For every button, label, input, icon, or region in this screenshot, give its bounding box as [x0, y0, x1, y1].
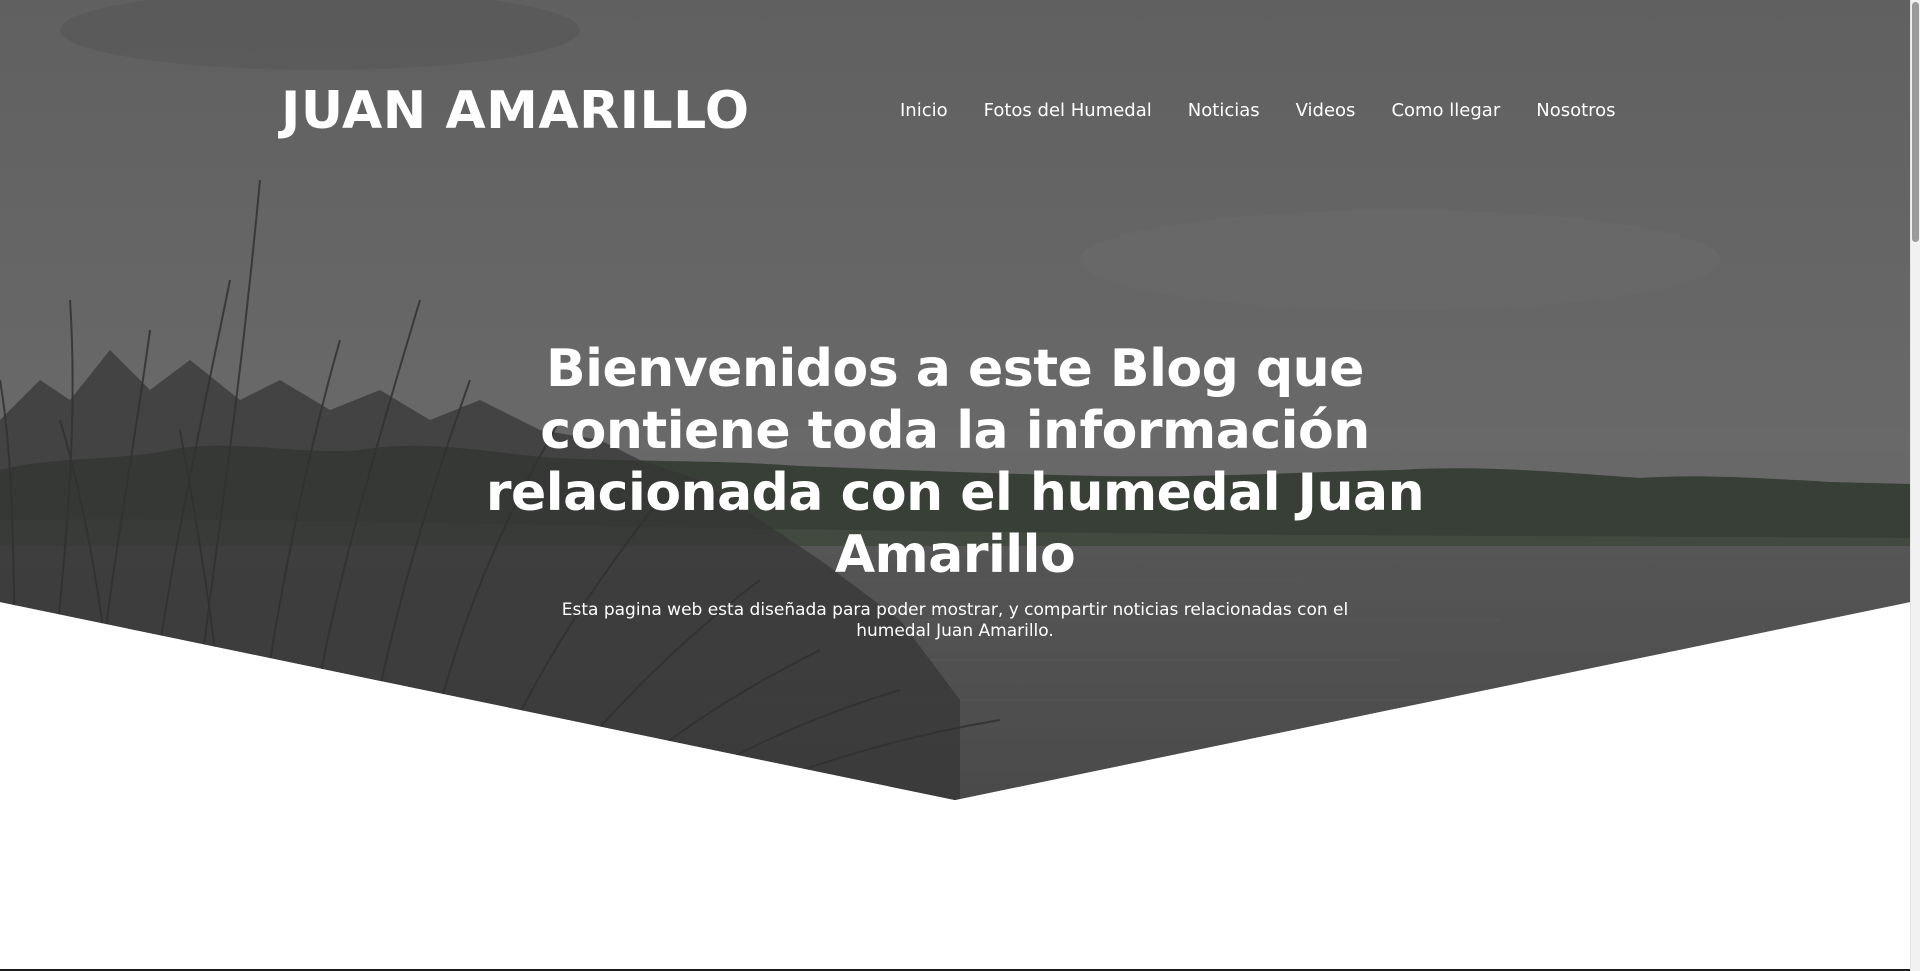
- nav-item-inicio[interactable]: Inicio: [900, 98, 948, 124]
- page: JUAN AMARILLO Inicio Fotos del Humedal N…: [0, 0, 1920, 971]
- hero-section: JUAN AMARILLO Inicio Fotos del Humedal N…: [0, 0, 1910, 800]
- nav-item-nosotros[interactable]: Nosotros: [1536, 98, 1615, 124]
- navbar: JUAN AMARILLO Inicio Fotos del Humedal N…: [0, 0, 1910, 224]
- scrollbar-thumb[interactable]: [1912, 2, 1919, 242]
- nav-item-videos[interactable]: Videos: [1296, 98, 1356, 124]
- nav-item-fotos-del-humedal[interactable]: Fotos del Humedal: [984, 98, 1152, 124]
- hero-subtitle: Esta pagina web esta diseñada para poder…: [561, 600, 1349, 641]
- nav-menu: Inicio Fotos del Humedal Noticias Videos…: [900, 98, 1616, 124]
- nav-item-como-llegar[interactable]: Como llegar: [1391, 98, 1500, 124]
- hero-title: Bienvenidos a este Blog que contiene tod…: [485, 339, 1425, 585]
- hero-content: Bienvenidos a este Blog que contiene tod…: [460, 338, 1450, 642]
- site-logo[interactable]: JUAN AMARILLO: [281, 80, 750, 142]
- nav-item-noticias[interactable]: Noticias: [1188, 98, 1260, 124]
- vertical-scrollbar[interactable]: [1910, 0, 1920, 971]
